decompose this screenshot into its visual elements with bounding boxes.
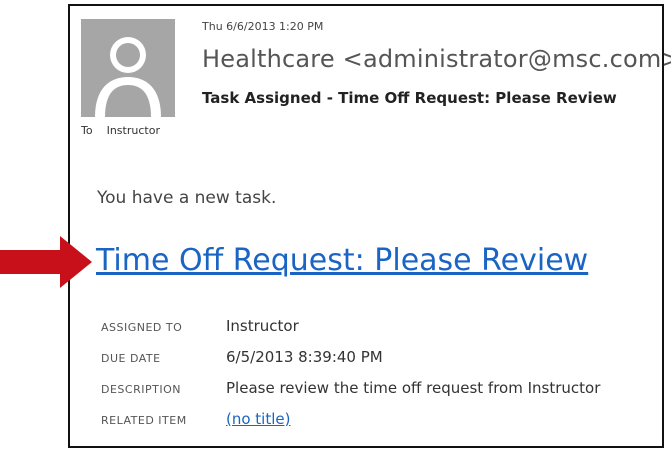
- detail-key: ASSIGNED TO: [101, 321, 183, 334]
- detail-key: RELATED ITEM: [101, 414, 187, 427]
- sent-date: Thu 6/6/2013 1:20 PM: [202, 20, 324, 33]
- avatar: [81, 19, 175, 117]
- body-intro: You have a new task.: [97, 188, 277, 208]
- related-item-link[interactable]: (no title): [226, 410, 290, 428]
- detail-value: 6/5/2013 8:39:40 PM: [226, 348, 383, 366]
- detail-key: DUE DATE: [101, 352, 161, 365]
- sender[interactable]: Healthcare <administrator@msc.com>: [202, 45, 671, 73]
- person-silhouette-icon: [95, 37, 161, 117]
- red-arrow-icon: [0, 236, 92, 288]
- to-label: To: [81, 124, 93, 137]
- task-link[interactable]: Time Off Request: Please Review: [96, 243, 588, 278]
- recipient-line: To Instructor: [81, 124, 160, 137]
- detail-key: DESCRIPTION: [101, 383, 181, 396]
- recipient-name[interactable]: Instructor: [107, 124, 160, 137]
- detail-value: Please review the time off request from …: [226, 379, 601, 397]
- detail-value: Instructor: [226, 317, 299, 335]
- subject: Task Assigned - Time Off Request: Please…: [202, 89, 617, 107]
